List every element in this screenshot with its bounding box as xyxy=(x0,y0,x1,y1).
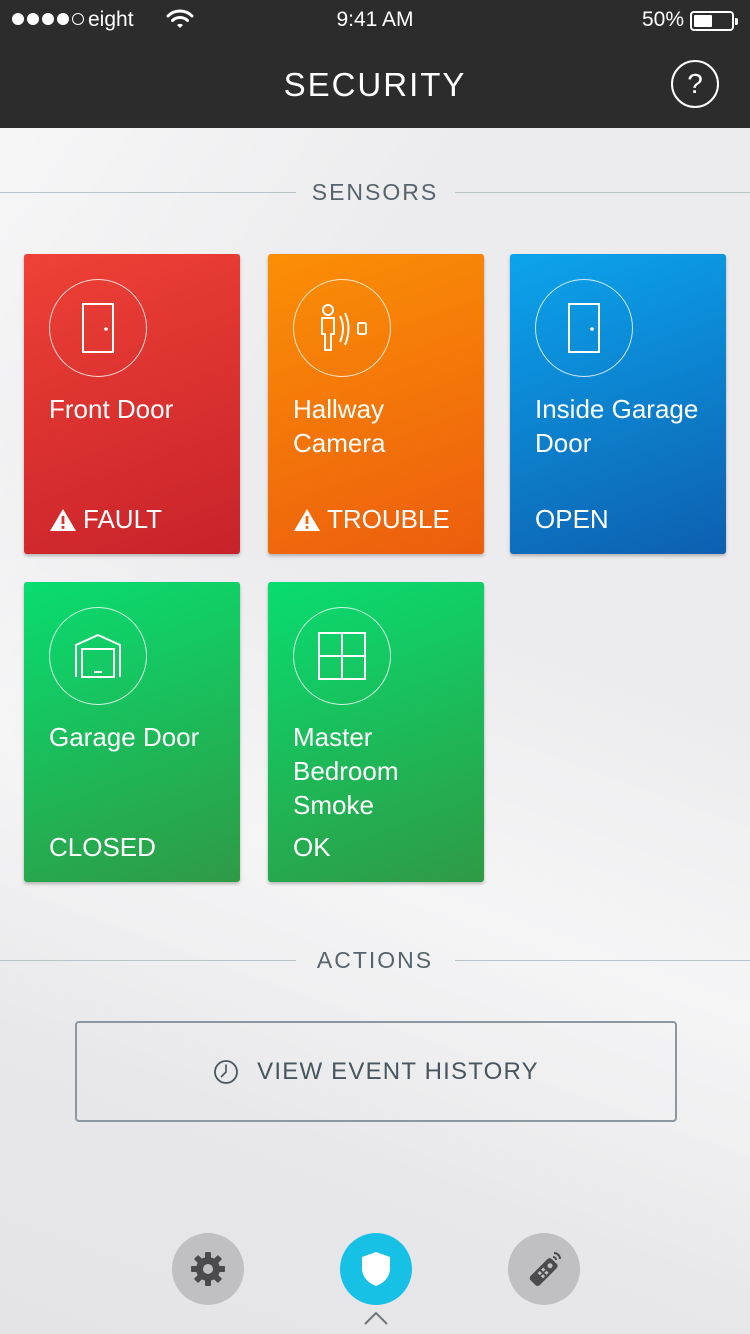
sensor-status-label: FAULT xyxy=(83,504,162,534)
actions-section-header: ACTIONS xyxy=(0,945,750,975)
remote-icon xyxy=(529,1252,561,1287)
clock: 9:41 AM xyxy=(336,8,414,31)
door-icon xyxy=(49,279,147,377)
tab-settings[interactable] xyxy=(172,1233,244,1305)
sensor-name: Front Door xyxy=(49,394,174,424)
battery-percent: 50% xyxy=(641,8,684,31)
view-event-history-button[interactable]: VIEW EVENT HISTORY xyxy=(75,1021,677,1122)
motion-sensor-icon xyxy=(293,279,391,377)
tab-remote[interactable] xyxy=(508,1233,580,1305)
door-icon xyxy=(535,279,633,377)
sensor-name: Inside Garage Door xyxy=(535,394,699,458)
sensors-section-header: SENSORS xyxy=(0,177,750,207)
tab-security[interactable] xyxy=(340,1233,412,1305)
sensor-status: FAULT xyxy=(49,504,162,535)
sensor-status: OK xyxy=(293,832,331,863)
window-icon xyxy=(293,607,391,705)
sensor-name: Master Bedroom Smoke xyxy=(293,722,399,820)
clock-icon xyxy=(214,1059,239,1084)
sensor-name: Garage Door xyxy=(49,722,200,752)
garage-door-icon xyxy=(49,607,147,705)
page-title: SECURITY xyxy=(283,66,467,103)
sensor-status: CLOSED xyxy=(49,832,156,863)
sensor-tile-master-bedroom-smoke[interactable]: Master Bedroom Smoke OK xyxy=(268,582,484,882)
sensor-tile-front-door[interactable]: Front Door FAULT xyxy=(24,254,240,554)
help-button[interactable]: ? xyxy=(671,60,719,108)
warning-icon xyxy=(294,508,320,531)
sensor-status-label: OPEN xyxy=(535,504,609,534)
warning-icon xyxy=(50,508,76,531)
sensor-tile-hallway-camera[interactable]: Hallway Camera TROUBLE xyxy=(268,254,484,554)
sensor-tile-garage-door[interactable]: Garage Door CLOSED xyxy=(24,582,240,882)
battery-icon xyxy=(690,11,738,31)
top-bar: eight 9:41 AM 50% SECURITY ? xyxy=(0,0,750,128)
gear-icon xyxy=(191,1252,225,1286)
sensor-status-label: OK xyxy=(293,832,331,862)
sensor-status-label: CLOSED xyxy=(49,832,156,862)
sensor-status: OPEN xyxy=(535,504,609,535)
sensor-status-label: TROUBLE xyxy=(327,504,450,534)
sensor-name: Hallway Camera xyxy=(293,394,386,458)
sensor-status: TROUBLE xyxy=(293,504,450,535)
shield-icon xyxy=(362,1252,390,1286)
view-event-history-label: VIEW EVENT HISTORY xyxy=(257,1057,539,1085)
sensor-tile-inside-garage-door[interactable]: Inside Garage Door OPEN xyxy=(510,254,726,554)
status-bar: eight 9:41 AM 50% xyxy=(0,0,750,40)
chevron-up-icon[interactable] xyxy=(363,1310,389,1326)
